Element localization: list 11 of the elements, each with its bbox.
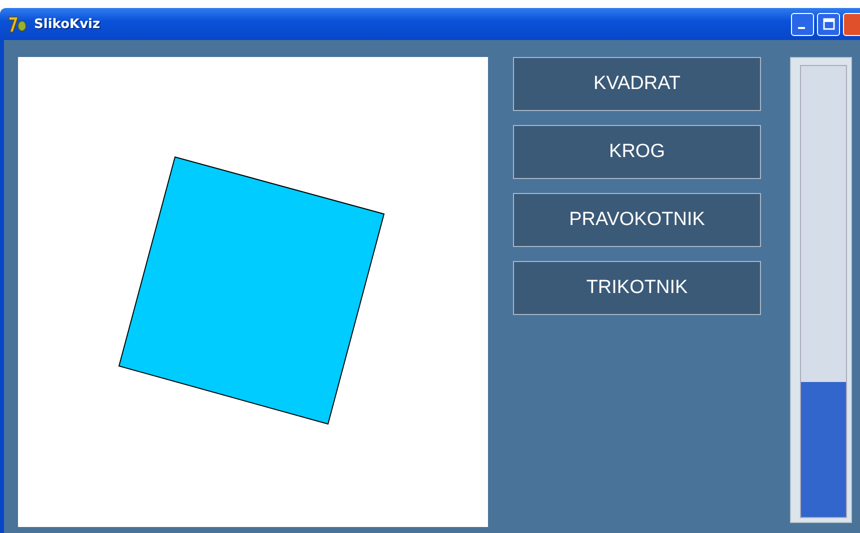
minimize-button[interactable] bbox=[791, 12, 814, 36]
maximize-icon bbox=[822, 17, 836, 31]
app-icon bbox=[8, 15, 28, 33]
answer-button[interactable]: PRAVOKOTNIK bbox=[513, 193, 761, 247]
minimize-icon bbox=[798, 27, 804, 29]
window-title: SlikoKviz bbox=[34, 16, 102, 32]
close-button[interactable] bbox=[843, 12, 860, 36]
answer-button[interactable]: KROG bbox=[513, 125, 761, 179]
answer-button[interactable]: TRIKOTNIK bbox=[513, 261, 761, 315]
answer-button[interactable]: KVADRAT bbox=[513, 57, 761, 111]
maximize-button[interactable] bbox=[817, 12, 840, 36]
